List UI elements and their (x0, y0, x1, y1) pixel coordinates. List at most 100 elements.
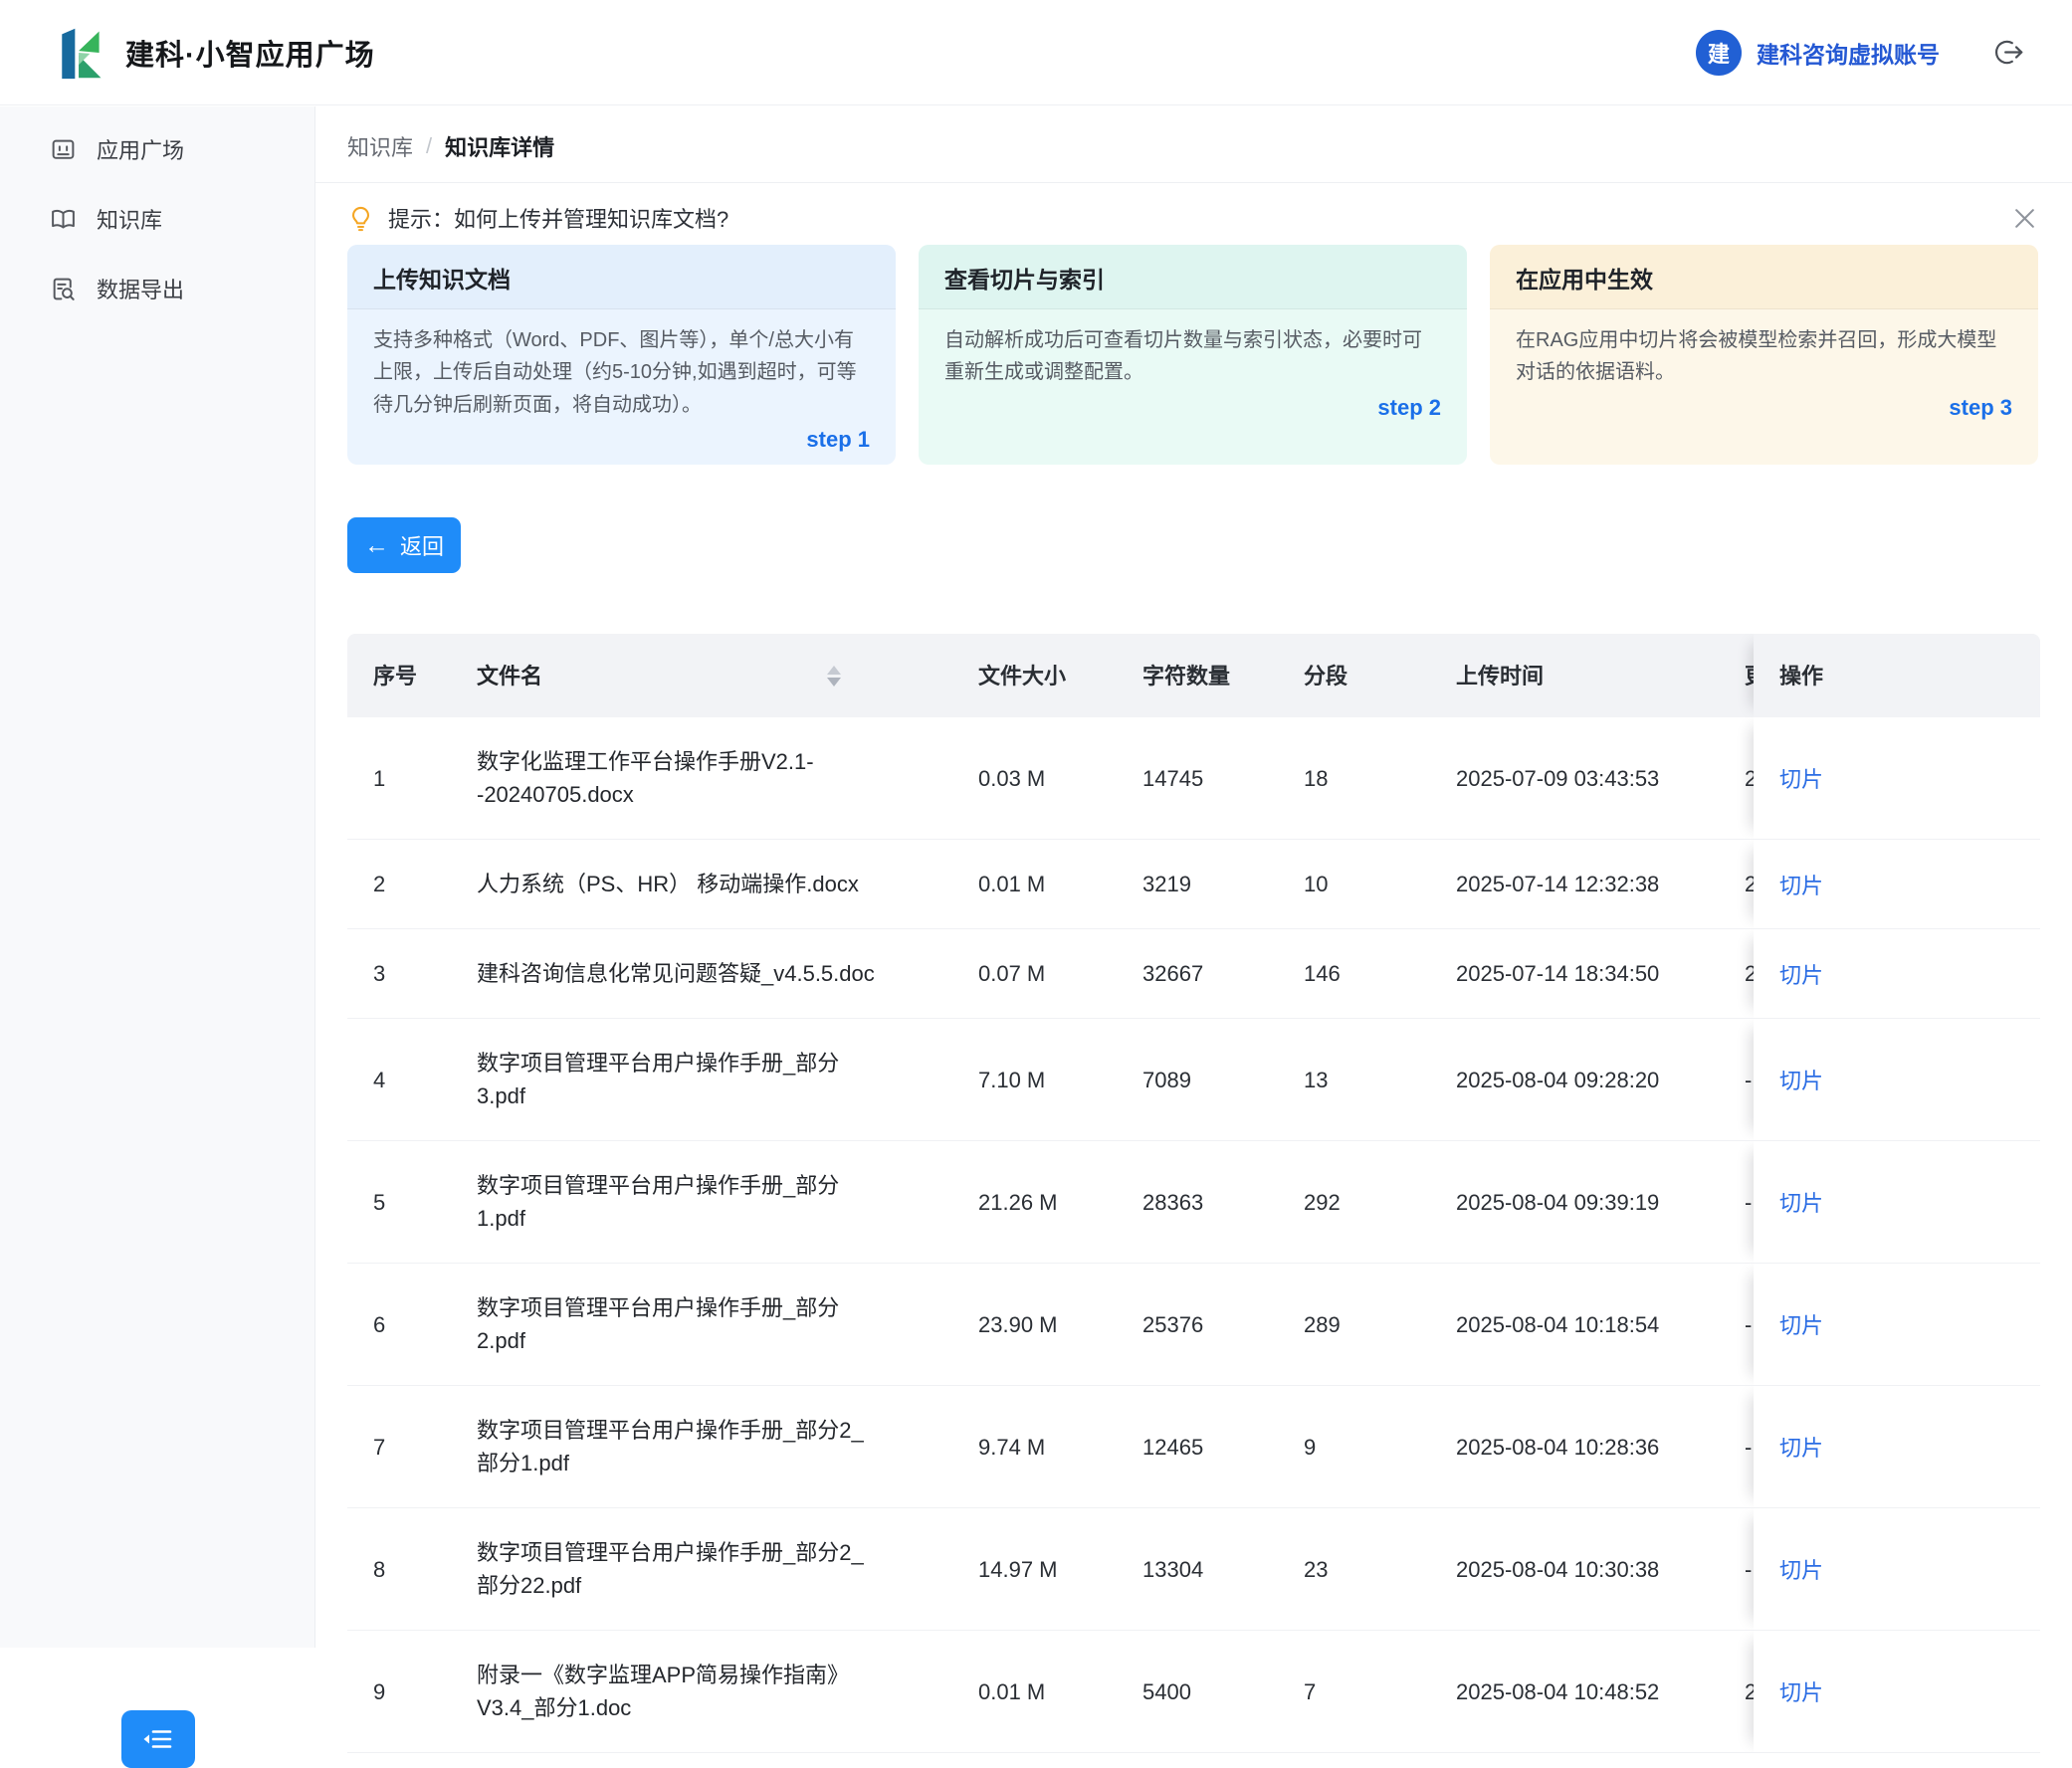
table-body: 1 数字化监理工作平台操作手册V2.1--20240705.docx 0.03 … (347, 717, 2040, 1753)
step-card-upload: 上传知识文档 支持多种格式（Word、PDF、图片等），单个/总大小有上限，上传… (347, 245, 896, 465)
cell-index: 5 (347, 1186, 477, 1219)
sidebar-item-label: 数据导出 (97, 273, 184, 304)
cell-chars: 12465 (1109, 1431, 1278, 1464)
cell-chars: 28363 (1109, 1186, 1278, 1219)
slice-link[interactable]: 切片 (1779, 1675, 1823, 1707)
cell-uploaded: 2025-07-14 18:34:50 (1432, 957, 1721, 990)
cell-segments: 23 (1278, 1553, 1432, 1586)
cell-size: 9.74 M (944, 1431, 1109, 1464)
cell-index: 8 (347, 1553, 477, 1586)
header-chars: 字符数量 (1109, 660, 1278, 692)
breadcrumb-separator: / (426, 133, 432, 159)
cell-size: 14.97 M (944, 1553, 1109, 1586)
table-row: 8 数字项目管理平台用户操作手册_部分2_部分22.pdf 14.97 M 13… (347, 1508, 2040, 1631)
breadcrumb-current: 知识库详情 (445, 130, 554, 162)
header-index: 序号 (347, 660, 477, 692)
cell-segments: 10 (1278, 868, 1432, 900)
header-action: 操作 (1754, 634, 2040, 717)
cell-segments: 13 (1278, 1064, 1432, 1096)
tip-bar: 提示：如何上传并管理知识库文档? (347, 196, 2038, 240)
cell-segments: 9 (1278, 1431, 1432, 1464)
back-button-label: 返回 (400, 529, 444, 561)
slice-link[interactable]: 切片 (1779, 1553, 1823, 1585)
cell-chars: 32667 (1109, 957, 1278, 990)
cell-segments: 7 (1278, 1675, 1432, 1708)
cell-action: 切片 (1754, 1019, 2040, 1140)
header-filename: 文件名 (477, 660, 944, 692)
slice-link[interactable]: 切片 (1779, 958, 1823, 990)
avatar[interactable]: 建 (1696, 30, 1742, 76)
cell-segments: 292 (1278, 1186, 1432, 1219)
step-card-title: 查看切片与索引 (919, 245, 1467, 309)
account-name[interactable]: 建科咨询虚拟账号 (1757, 36, 1940, 70)
table-row: 7 数字项目管理平台用户操作手册_部分2_部分1.pdf 9.74 M 1246… (347, 1386, 2040, 1508)
sidebar-item-data-export[interactable]: 数据导出 (0, 254, 314, 323)
slice-link[interactable]: 切片 (1779, 1308, 1823, 1340)
cell-segments: 18 (1278, 762, 1432, 795)
cell-uploaded: 2025-08-04 10:30:38 (1432, 1553, 1721, 1586)
sidebar-item-knowledge-base[interactable]: 知识库 (0, 184, 314, 254)
account-area: 建 建科咨询虚拟账号 (1696, 30, 2024, 76)
sidebar-item-label: 应用广场 (97, 133, 184, 165)
step-cards: 上传知识文档 支持多种格式（Word、PDF、图片等），单个/总大小有上限，上传… (347, 245, 2038, 465)
export-icon (50, 276, 77, 302)
cell-size: 21.26 M (944, 1186, 1109, 1219)
cell-action: 切片 (1754, 1631, 2040, 1752)
cell-action: 切片 (1754, 1508, 2040, 1630)
cell-uploaded: 2025-08-04 09:28:20 (1432, 1064, 1721, 1096)
cell-filename: 建科咨询信息化常见问题答疑_v4.5.5.doc (477, 957, 944, 990)
step-card-title: 上传知识文档 (347, 245, 896, 309)
back-button[interactable]: ← 返回 (347, 517, 461, 573)
cell-index: 9 (347, 1675, 477, 1708)
cell-uploaded: 2025-08-04 09:39:19 (1432, 1186, 1721, 1219)
cell-size: 0.07 M (944, 957, 1109, 990)
sidebar: 应用广场 知识库 数据导出 (0, 106, 315, 1648)
cell-index: 4 (347, 1064, 477, 1096)
cell-chars: 13304 (1109, 1553, 1278, 1586)
menu-fold-icon (140, 1725, 176, 1753)
cell-filename: 人力系统（PS、HR） 移动端操作.docx (477, 868, 944, 900)
cell-filename: 数字化监理工作平台操作手册V2.1--20240705.docx (477, 745, 944, 811)
cell-size: 0.01 M (944, 868, 1109, 900)
sort-icon[interactable] (827, 666, 841, 687)
header-segments: 分段 (1278, 660, 1432, 692)
cell-uploaded: 2025-08-04 10:28:36 (1432, 1431, 1721, 1464)
cell-uploaded: 2025-07-09 03:43:53 (1432, 762, 1721, 795)
book-icon (50, 206, 77, 233)
sidebar-collapse-button[interactable] (121, 1710, 195, 1768)
back-arrow-icon: ← (364, 533, 389, 558)
slice-link[interactable]: 切片 (1779, 1186, 1823, 1218)
table-row: 4 数字项目管理平台用户操作手册_部分3.pdf 7.10 M 7089 13 … (347, 1019, 2040, 1141)
step-card-title: 在应用中生效 (1490, 245, 2038, 309)
top-bar: 建科·小智应用广场 建 建科咨询虚拟账号 (0, 0, 2072, 105)
breadcrumb-parent[interactable]: 知识库 (347, 130, 413, 162)
cell-filename: 数字项目管理平台用户操作手册_部分2_部分1.pdf (477, 1414, 944, 1479)
cell-action: 切片 (1754, 1386, 2040, 1507)
slice-link[interactable]: 切片 (1779, 869, 1823, 900)
cell-uploaded: 2025-07-14 12:32:38 (1432, 868, 1721, 900)
cell-index: 6 (347, 1308, 477, 1341)
table-header-row: 序号 文件名 文件大小 字符数量 分段 上传时间 更 操作 (347, 634, 2040, 717)
step-badge: step 2 (919, 395, 1467, 421)
slice-link[interactable]: 切片 (1779, 762, 1823, 794)
cell-index: 3 (347, 957, 477, 990)
cell-size: 23.90 M (944, 1308, 1109, 1341)
table-row: 2 人力系统（PS、HR） 移动端操作.docx 0.01 M 3219 10 … (347, 840, 2040, 929)
logout-icon[interactable] (1993, 37, 2024, 68)
slice-link[interactable]: 切片 (1779, 1431, 1823, 1463)
slice-link[interactable]: 切片 (1779, 1064, 1823, 1095)
step-badge: step 1 (347, 427, 896, 453)
cell-filename: 数字项目管理平台用户操作手册_部分1.pdf (477, 1169, 944, 1235)
cell-filename: 数字项目管理平台用户操作手册_部分2.pdf (477, 1291, 944, 1357)
step-card-slices: 查看切片与索引 自动解析成功后可查看切片数量与索引状态，必要时可重新生成或调整配… (919, 245, 1467, 465)
tip-text: 提示：如何上传并管理知识库文档? (388, 202, 728, 234)
cell-filename: 附录一《数字监理APP简易操作指南》V3.4_部分1.doc (477, 1659, 944, 1724)
table-row: 1 数字化监理工作平台操作手册V2.1--20240705.docx 0.03 … (347, 717, 2040, 840)
cell-action: 切片 (1754, 717, 2040, 839)
cell-chars: 14745 (1109, 762, 1278, 795)
close-icon[interactable] (2011, 205, 2038, 232)
sidebar-item-app-plaza[interactable]: 应用广场 (0, 114, 314, 184)
cell-uploaded: 2025-08-04 10:48:52 (1432, 1675, 1721, 1708)
table-row: 6 数字项目管理平台用户操作手册_部分2.pdf 23.90 M 25376 2… (347, 1264, 2040, 1386)
cell-segments: 289 (1278, 1308, 1432, 1341)
